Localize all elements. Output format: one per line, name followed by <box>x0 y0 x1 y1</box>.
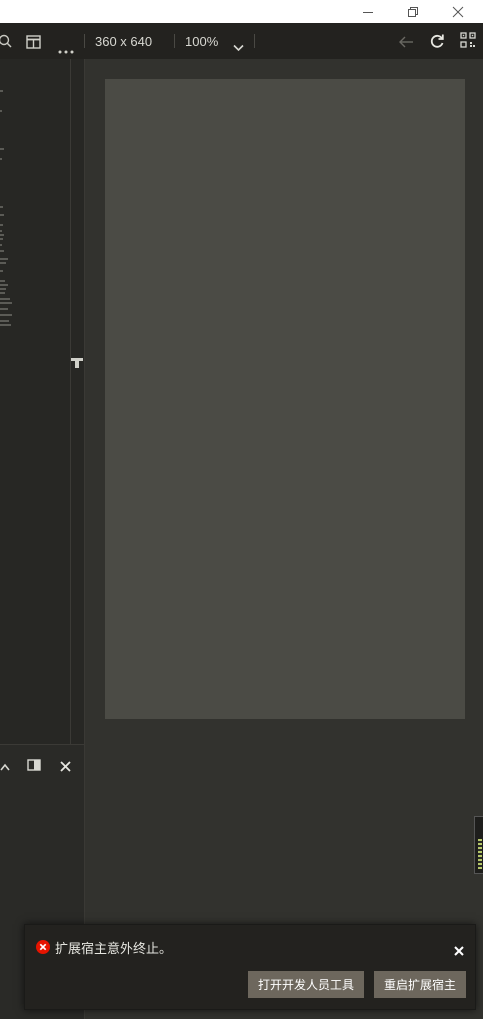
code-lines <box>0 90 12 326</box>
chevron-down-icon[interactable] <box>233 37 244 52</box>
resize-handle-icon[interactable] <box>71 353 83 368</box>
more-actions-icon[interactable] <box>58 39 74 54</box>
scroll-meter <box>478 839 482 869</box>
open-devtools-button[interactable]: 打开开发人员工具 <box>248 971 364 998</box>
close-panel-icon[interactable] <box>60 757 71 772</box>
resize-track <box>71 59 84 744</box>
minimize-button[interactable] <box>348 0 388 23</box>
toolbar-separator <box>174 34 175 48</box>
close-icon <box>452 6 464 17</box>
refresh-icon[interactable] <box>429 33 445 49</box>
split-view-icon[interactable] <box>26 34 41 49</box>
scroll-indicator[interactable] <box>474 816 483 874</box>
preview-toolbar: 360 x 640 100% <box>0 23 483 59</box>
error-icon <box>36 939 50 954</box>
close-notification-icon[interactable] <box>454 941 464 956</box>
zoom-selector[interactable]: 100% <box>185 34 218 49</box>
close-window-button[interactable] <box>438 0 478 23</box>
chevron-up-icon[interactable] <box>0 757 10 771</box>
minimize-icon <box>363 11 373 13</box>
window-titlebar <box>0 0 483 23</box>
restore-button[interactable] <box>393 0 433 23</box>
restore-icon <box>408 6 418 17</box>
toolbar-separator <box>84 34 85 48</box>
back-arrow-icon[interactable] <box>398 34 414 48</box>
toolbar-separator <box>254 34 255 48</box>
notification-message: 扩展宿主意外终止。 <box>55 942 173 957</box>
restart-extension-host-button[interactable]: 重启扩展宿主 <box>374 971 466 998</box>
code-editor-pane[interactable] <box>0 59 70 744</box>
toggle-panel-icon[interactable] <box>27 756 41 771</box>
qr-code-icon[interactable] <box>460 32 476 48</box>
device-screen[interactable] <box>105 79 465 719</box>
resolution-selector[interactable]: 360 x 640 <box>95 34 152 49</box>
inspect-icon[interactable] <box>0 32 14 50</box>
